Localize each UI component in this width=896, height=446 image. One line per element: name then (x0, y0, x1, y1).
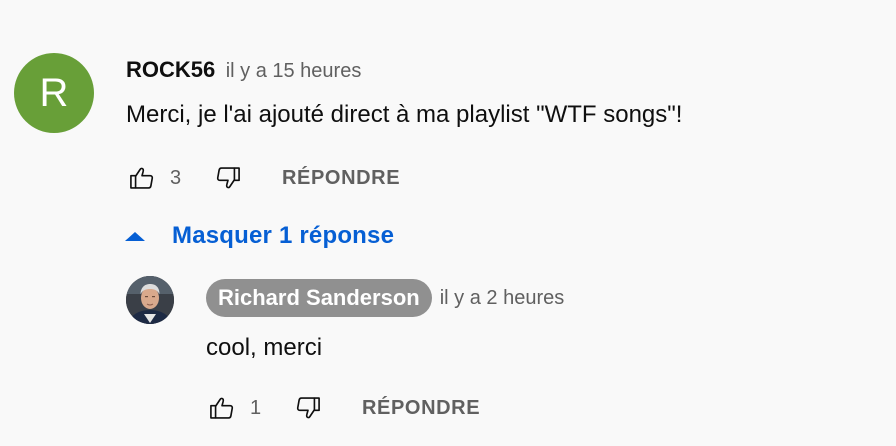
reply-actions: 1 RÉPONDRE (206, 392, 480, 424)
hide-replies-button[interactable]: Masquer 1 réponse (124, 222, 394, 250)
reply-author-badge[interactable]: Richard Sanderson (206, 279, 432, 317)
comment-author[interactable]: ROCK56 (126, 57, 215, 82)
reply-like-button[interactable] (206, 392, 238, 424)
comment-time[interactable]: il y a 15 heures (226, 60, 362, 82)
avatar-letter: R (39, 71, 69, 115)
reply-author-avatar[interactable] (126, 276, 174, 324)
hide-replies-label: Masquer 1 réponse (172, 222, 395, 249)
comment-text: Merci, je l'ai ajouté direct à ma playli… (126, 101, 683, 128)
thumb-up-icon (130, 167, 154, 189)
thumb-down-icon (216, 167, 240, 189)
avatar-photo (126, 276, 174, 324)
thumb-up-icon (210, 397, 234, 419)
like-count: 3 (170, 166, 182, 189)
reply-header: Richard Sanderson il y a 2 heures (206, 279, 564, 317)
comment-actions: 3 RÉPONDRE (126, 162, 400, 194)
reply-button[interactable]: RÉPONDRE (282, 167, 400, 190)
caret-up-icon (125, 232, 145, 241)
thumb-down-icon (296, 397, 320, 419)
dislike-button[interactable] (212, 162, 244, 194)
like-button[interactable] (126, 162, 158, 194)
reply-text: cool, merci (206, 334, 323, 361)
reply-dislike-button[interactable] (292, 392, 324, 424)
reply-time[interactable]: il y a 2 heures (440, 287, 565, 310)
comment-header: ROCK56 il y a 15 heures (126, 57, 361, 83)
reply-reply-button[interactable]: RÉPONDRE (362, 397, 480, 420)
reply-like-count: 1 (250, 396, 262, 419)
author-avatar[interactable]: R (14, 53, 94, 133)
